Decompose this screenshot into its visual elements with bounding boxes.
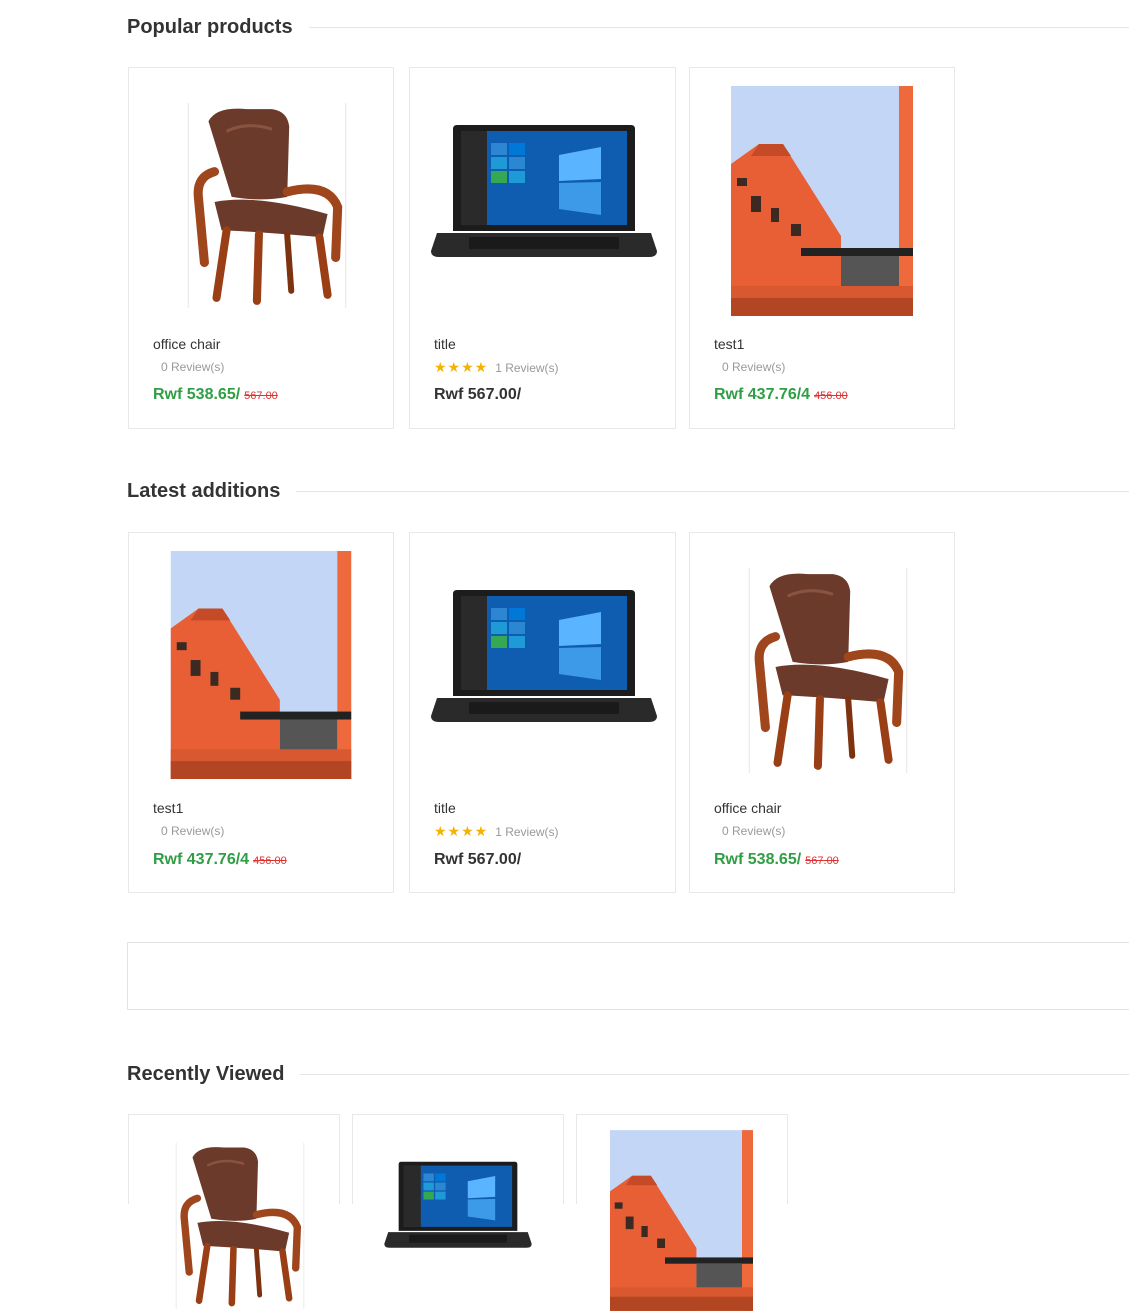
building-product-image[interactable]	[170, 551, 352, 779]
section-header-popular: Popular products	[127, 16, 1129, 39]
star-rating-icon: ★★★★	[434, 359, 489, 375]
product-card[interactable]: test1 0 Review(s) Rwf 437.76/4 456.00	[689, 67, 955, 429]
review-count: 1 Review(s)	[495, 824, 559, 839]
product-name[interactable]: title	[434, 336, 456, 352]
product-price: Rwf 437.76/4 456.00	[153, 851, 287, 869]
section-title-popular: Popular products	[127, 16, 293, 38]
laptop-product-image[interactable]	[429, 586, 659, 736]
section-title-recent: Recently Viewed	[127, 1063, 285, 1085]
product-card[interactable]: title ★★★★ 1 Review(s) Rwf 567.00/	[409, 532, 676, 893]
sale-price: Rwf 538.65/	[153, 386, 241, 403]
recent-product-card[interactable]	[576, 1114, 788, 1204]
chair-product-image[interactable]	[185, 101, 349, 313]
product-price: Rwf 437.76/4 456.00	[714, 386, 848, 404]
section-divider	[296, 491, 1129, 492]
laptop-product-image[interactable]	[429, 121, 659, 271]
review-count: 1 Review(s)	[495, 360, 559, 375]
chair-product-image[interactable]	[174, 1141, 306, 1313]
product-name[interactable]: test1	[714, 336, 744, 352]
banner-placeholder	[127, 942, 1129, 1010]
sale-price: Rwf 538.65/	[714, 851, 802, 868]
building-product-image[interactable]	[610, 1130, 753, 1311]
section-header-latest: Latest additions	[127, 480, 1129, 503]
laptop-product-image[interactable]	[383, 1159, 533, 1257]
chair-product-image[interactable]	[746, 566, 910, 778]
product-price: Rwf 567.00/	[434, 386, 521, 404]
recent-product-card[interactable]	[352, 1114, 564, 1204]
product-reviews: 0 Review(s)	[714, 824, 785, 838]
price: Rwf 567.00/	[434, 386, 522, 403]
sale-price: Rwf 437.76/4	[153, 851, 250, 868]
review-count: 0 Review(s)	[722, 824, 786, 838]
product-reviews: 0 Review(s)	[153, 360, 224, 374]
product-price: Rwf 538.65/567.00	[714, 851, 839, 869]
old-price: 567.00	[244, 390, 278, 402]
price: Rwf 567.00/	[434, 851, 522, 868]
review-count: 0 Review(s)	[161, 360, 225, 374]
old-price: 456.00	[814, 390, 848, 402]
product-name[interactable]: test1	[153, 800, 183, 816]
old-price: 456.00	[253, 855, 287, 867]
product-card[interactable]: office chair 0 Review(s) Rwf 538.65/567.…	[689, 532, 955, 893]
section-divider	[308, 27, 1129, 28]
review-count: 0 Review(s)	[161, 824, 225, 838]
product-card[interactable]: office chair 0 Review(s) Rwf 538.65/567.…	[128, 67, 394, 429]
section-title-latest: Latest additions	[127, 480, 281, 502]
product-name[interactable]: office chair	[714, 800, 781, 816]
section-header-recent: Recently Viewed	[127, 1063, 1129, 1086]
product-name[interactable]: title	[434, 800, 456, 816]
product-reviews: ★★★★ 1 Review(s)	[434, 823, 559, 840]
product-reviews: ★★★★ 1 Review(s)	[434, 359, 559, 376]
section-divider	[300, 1074, 1129, 1075]
product-price: Rwf 538.65/567.00	[153, 386, 278, 404]
product-name[interactable]: office chair	[153, 336, 220, 352]
product-reviews: 0 Review(s)	[714, 360, 785, 374]
review-count: 0 Review(s)	[722, 360, 786, 374]
product-card[interactable]: test1 0 Review(s) Rwf 437.76/4 456.00	[128, 532, 394, 893]
old-price: 567.00	[805, 855, 839, 867]
recent-product-card[interactable]	[128, 1114, 340, 1204]
product-reviews: 0 Review(s)	[153, 824, 224, 838]
product-card[interactable]: title ★★★★ 1 Review(s) Rwf 567.00/	[409, 67, 676, 429]
building-product-image[interactable]	[731, 86, 913, 316]
product-price: Rwf 567.00/	[434, 851, 521, 869]
star-rating-icon: ★★★★	[434, 823, 489, 839]
sale-price: Rwf 437.76/4	[714, 386, 811, 403]
